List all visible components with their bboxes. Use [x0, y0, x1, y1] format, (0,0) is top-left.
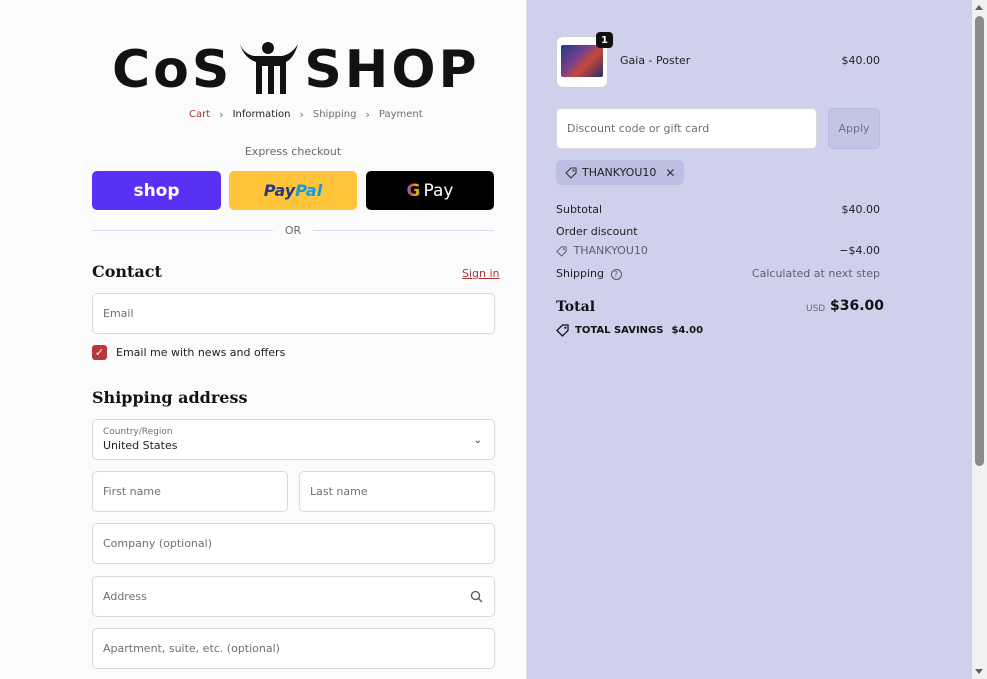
store-logo[interactable]: CoS SHOP	[112, 30, 477, 100]
first-name-field[interactable]: First name	[92, 471, 288, 512]
newsletter-option[interactable]: ✓ Email me with news and offers	[92, 345, 285, 360]
remove-discount-icon[interactable]: ✕	[665, 166, 675, 180]
newsletter-label: Email me with news and offers	[116, 346, 286, 359]
contact-heading: Contact	[92, 262, 162, 281]
address-placeholder: Address	[103, 590, 147, 603]
shipping-label: Shipping	[556, 267, 604, 280]
paypal-logo-part2: Pal	[295, 181, 323, 200]
google-pay-label: Pay	[423, 180, 454, 201]
apply-discount-button[interactable]: Apply	[828, 108, 880, 149]
shop-pay-button[interactable]: shop	[92, 171, 221, 210]
or-label: OR	[284, 224, 302, 237]
scroll-up-icon[interactable]	[975, 5, 983, 10]
subtotal-value: $40.00	[841, 203, 881, 216]
applied-discount-code: THANKYOU10	[582, 166, 657, 179]
discount-placeholder: Discount code or gift card	[567, 122, 710, 135]
product-name: Gaia - Poster	[620, 54, 691, 67]
total-currency: USD	[806, 304, 826, 314]
breadcrumb-payment: Payment	[378, 109, 423, 120]
logo-figure-icon	[240, 42, 299, 94]
search-icon	[470, 590, 483, 603]
order-summary-panel	[526, 0, 972, 679]
chevron-right-icon: ›	[299, 108, 304, 121]
logo-text-left: CoS	[112, 40, 233, 100]
tag-icon	[556, 245, 567, 257]
apartment-field[interactable]: Apartment, suite, etc. (optional)	[92, 628, 495, 669]
breadcrumb-information: Information	[232, 109, 291, 120]
breadcrumb-cart[interactable]: Cart	[189, 109, 210, 120]
paypal-button[interactable]: Pay Pal	[229, 171, 357, 210]
google-g-icon: G	[406, 180, 421, 201]
company-placeholder: Company (optional)	[103, 537, 212, 550]
shipping-row: Shipping ? Calculated at next step	[556, 267, 880, 280]
newsletter-checkbox[interactable]: ✓	[92, 345, 107, 360]
page-scrollbar[interactable]	[972, 0, 987, 679]
total-label: Total	[556, 299, 596, 315]
applied-discount-tag: THANKYOU10 ✕	[556, 160, 685, 185]
logo-text-right: SHOP	[304, 40, 480, 100]
shipping-address-heading: Shipping address	[92, 388, 248, 407]
country-value: United States	[103, 439, 178, 452]
company-field[interactable]: Company (optional)	[92, 523, 495, 564]
paypal-logo-part1: Pay	[263, 181, 296, 200]
or-divider: OR	[92, 224, 494, 237]
chevron-right-icon: ›	[219, 108, 224, 121]
email-field[interactable]: Email	[92, 293, 495, 334]
discount-code-label: THANKYOU10	[573, 244, 648, 257]
discount-code-row: THANKYOU10 −$4.00	[556, 244, 880, 257]
express-checkout-label: Express checkout	[244, 145, 342, 158]
email-placeholder: Email	[103, 307, 134, 320]
total-value: $36.00	[830, 298, 885, 314]
last-name-placeholder: Last name	[310, 485, 368, 498]
discount-code-input[interactable]: Discount code or gift card	[556, 108, 817, 149]
order-discount-label: Order discount	[556, 225, 638, 238]
savings-tag-icon	[556, 324, 569, 337]
product-price: $40.00	[841, 54, 881, 67]
savings-value: $4.00	[671, 325, 704, 336]
order-discount-row: Order discount	[556, 225, 880, 238]
discount-value: −$4.00	[839, 244, 880, 257]
product-image	[561, 45, 603, 77]
apartment-placeholder: Apartment, suite, etc. (optional)	[103, 642, 280, 655]
breadcrumb-shipping: Shipping	[312, 109, 357, 120]
country-label: Country/Region	[103, 427, 173, 437]
help-icon[interactable]: ?	[610, 268, 622, 280]
first-name-placeholder: First name	[103, 485, 161, 498]
shop-pay-logo: shop	[133, 180, 180, 201]
chevron-right-icon: ›	[365, 108, 370, 121]
sign-in-link[interactable]: Sign in	[462, 267, 500, 280]
breadcrumb: Cart › Information › Shipping › Payment	[189, 108, 423, 121]
google-pay-button[interactable]: G Pay	[366, 171, 494, 210]
subtotal-row: Subtotal $40.00	[556, 203, 880, 216]
scroll-down-icon[interactable]	[975, 669, 983, 674]
scrollbar-thumb[interactable]	[975, 16, 984, 466]
savings-label: TOTAL SAVINGS	[575, 325, 664, 336]
subtotal-label: Subtotal	[556, 203, 603, 216]
country-select[interactable]: Country/Region United States ⌄	[92, 419, 495, 460]
chevron-down-icon: ⌄	[473, 435, 482, 446]
tag-icon	[565, 166, 577, 179]
last-name-field[interactable]: Last name	[299, 471, 495, 512]
shipping-value: Calculated at next step	[751, 267, 880, 280]
quantity-badge: 1	[596, 32, 613, 48]
total-savings: TOTAL SAVINGS $4.00	[556, 324, 703, 337]
address-field[interactable]: Address	[92, 576, 495, 617]
